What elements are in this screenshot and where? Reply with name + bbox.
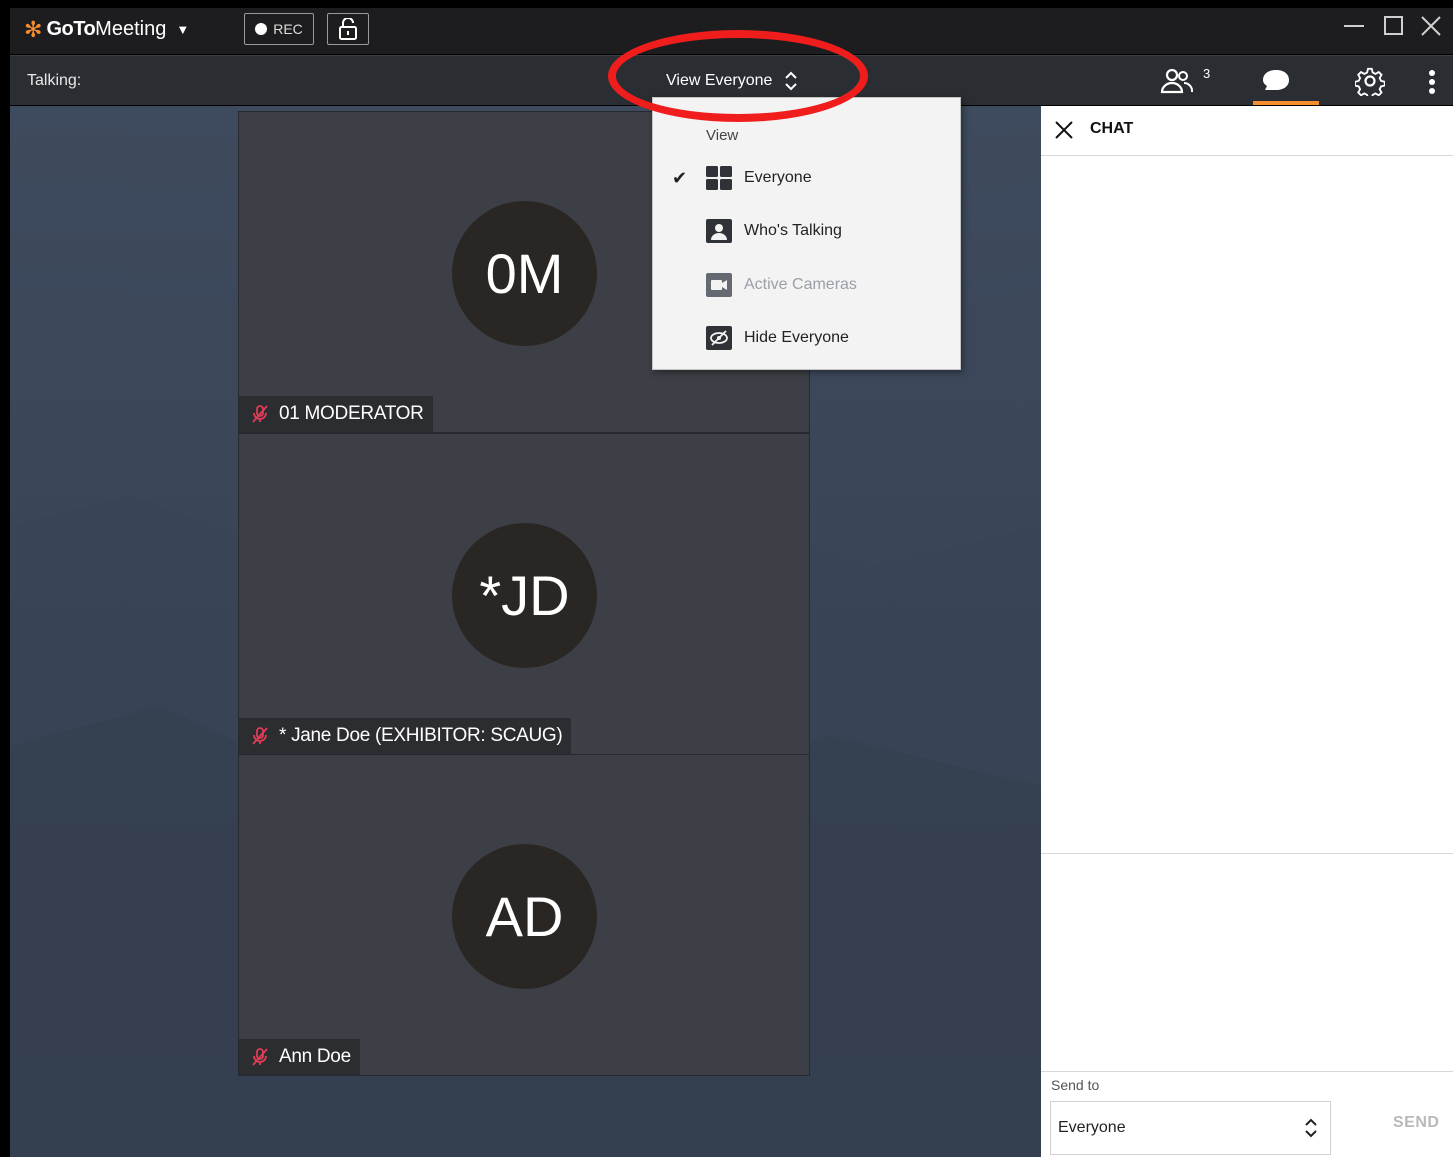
view-option-active-cameras: Active Cameras xyxy=(653,261,960,309)
participant-name: 01 MODERATOR xyxy=(279,403,424,424)
unlock-icon xyxy=(339,18,357,40)
brand-name-rest: Meeting xyxy=(95,18,167,40)
brand-name-bold: GoTo xyxy=(46,18,96,40)
participant-name: Ann Doe xyxy=(279,1046,351,1067)
caret-down-icon: ▼ xyxy=(176,22,190,37)
menu-item-label: Who's Talking xyxy=(744,222,842,239)
menu-header: View xyxy=(706,127,739,144)
camera-icon xyxy=(706,272,732,298)
minimize-icon xyxy=(1344,25,1364,27)
chat-divider xyxy=(1041,1071,1453,1072)
lock-meeting-button[interactable] xyxy=(327,13,369,45)
maximize-button[interactable] xyxy=(1383,14,1405,43)
chat-title: CHAT xyxy=(1090,120,1134,137)
record-label: REC xyxy=(273,21,303,37)
participants-button[interactable] xyxy=(1160,66,1194,101)
view-option-whos-talking[interactable]: Who's Talking xyxy=(653,207,960,255)
close-chat-button[interactable] xyxy=(1053,119,1075,146)
chat-active-indicator xyxy=(1253,101,1319,105)
record-dot-icon xyxy=(255,23,268,35)
settings-button[interactable] xyxy=(1354,66,1386,101)
menu-item-label: Active Cameras xyxy=(744,276,857,293)
close-icon xyxy=(1421,16,1441,36)
avatar: AD xyxy=(452,844,597,989)
people-icon xyxy=(1160,68,1194,94)
highlight-annotation xyxy=(608,30,868,122)
person-icon xyxy=(706,218,732,244)
chat-button[interactable] xyxy=(1261,68,1291,99)
view-option-everyone[interactable]: ✔ Everyone xyxy=(653,154,960,202)
maximize-icon xyxy=(1384,16,1403,35)
eye-off-icon xyxy=(706,325,732,351)
gear-icon xyxy=(1354,67,1386,100)
record-button[interactable]: REC xyxy=(244,13,314,45)
app-menu[interactable]: ✻ GoTo Meeting ▼ xyxy=(24,18,189,41)
participant-tile[interactable]: *JD * Jane Doe (EXHIBITOR: SCAUG) xyxy=(238,433,810,755)
send-to-select[interactable]: Everyone xyxy=(1050,1101,1331,1155)
chat-divider xyxy=(1041,853,1453,854)
chat-header: CHAT xyxy=(1041,106,1453,156)
gotomeeting-logo-icon: ✻ xyxy=(24,16,43,42)
participant-name-tag: 01 MODERATOR xyxy=(239,396,433,432)
send-to-value: Everyone xyxy=(1058,1119,1126,1136)
more-options-button[interactable] xyxy=(1428,69,1436,100)
mic-muted-icon xyxy=(252,727,268,745)
app-window: ✻ GoTo Meeting ▼ REC Talking: View Every… xyxy=(0,0,1453,1157)
participant-count-badge: 3 xyxy=(1203,66,1211,81)
view-option-hide-everyone[interactable]: Hide Everyone xyxy=(653,314,960,362)
view-dropdown-menu: View ✔ Everyone Who's Talking Active Cam… xyxy=(652,97,961,370)
checkmark-icon: ✔ xyxy=(671,167,688,188)
chat-bubble-icon xyxy=(1263,70,1289,90)
menu-item-label: Everyone xyxy=(744,169,812,186)
chevron-updown-icon xyxy=(1305,1118,1317,1138)
send-button[interactable]: SEND xyxy=(1393,1114,1439,1132)
grid-icon xyxy=(706,165,732,191)
mic-muted-icon xyxy=(252,405,268,423)
avatar: *JD xyxy=(452,523,597,668)
menu-item-label: Hide Everyone xyxy=(744,329,849,346)
participant-name-tag: Ann Doe xyxy=(239,1039,360,1075)
participant-name: * Jane Doe (EXHIBITOR: SCAUG) xyxy=(279,725,563,746)
minimize-button[interactable] xyxy=(1343,14,1365,43)
close-icon xyxy=(1055,121,1073,139)
avatar: 0M xyxy=(452,201,597,346)
participant-name-tag: * Jane Doe (EXHIBITOR: SCAUG) xyxy=(239,718,572,754)
send-to-label: Send to xyxy=(1051,1077,1100,1093)
talking-indicator: Talking: xyxy=(27,72,82,89)
participant-tile[interactable]: AD Ann Doe xyxy=(238,754,810,1076)
close-window-button[interactable] xyxy=(1420,14,1442,43)
chat-panel: CHAT Send to Everyone SEND xyxy=(1041,106,1453,1157)
kebab-menu-icon xyxy=(1429,70,1435,94)
mic-muted-icon xyxy=(252,1048,268,1066)
